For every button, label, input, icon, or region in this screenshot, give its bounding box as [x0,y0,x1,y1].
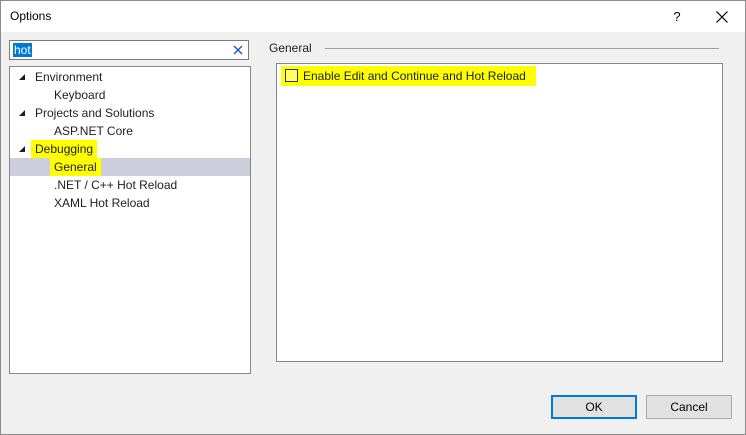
checkbox-label: Enable Edit and Continue and Hot Reload [303,69,526,83]
tree-item-environment[interactable]: Environment [10,68,250,86]
ok-button[interactable]: OK [551,395,637,419]
close-button[interactable] [705,1,739,32]
tree-item-label: .NET / C++ Hot Reload [54,178,178,192]
tree-item-keyboard[interactable]: Keyboard [10,86,250,104]
expanded-arrow-icon[interactable] [19,74,25,80]
tree-item-net-cpp-hot-reload[interactable]: .NET / C++ Hot Reload [10,176,250,194]
tree-item-general[interactable]: General [10,158,250,176]
title-bar: Options ? [1,1,745,32]
options-panel: Enable Edit and Continue and Hot Reload [276,63,723,362]
tree-item-label: Environment [35,70,103,84]
tree-item-xaml-hot-reload[interactable]: XAML Hot Reload [10,194,250,212]
section-divider [325,48,719,49]
clear-search-button[interactable] [232,44,244,56]
tree-item-label: Projects and Solutions [35,106,155,120]
close-icon [233,45,243,55]
search-input[interactable]: hot [9,40,249,60]
tree-item-label: Debugging [31,140,98,158]
expanded-arrow-icon[interactable] [19,146,25,152]
close-icon [716,11,728,23]
enable-edit-continue-checkbox[interactable] [285,69,298,83]
tree-item-debugging[interactable]: Debugging [10,140,250,158]
tree-item-asp-net-core[interactable]: ASP.NET Core [10,122,250,140]
tree-item-projects-and-solutions[interactable]: Projects and Solutions [10,104,250,122]
tree-item-label: XAML Hot Reload [54,196,150,210]
section-title: General [269,41,312,55]
tree-item-label: ASP.NET Core [54,124,133,138]
help-button[interactable]: ? [661,1,693,32]
window-title: Options [10,9,52,23]
search-value: hot [13,43,32,57]
options-tree: Environment Keyboard Projects and Soluti… [9,66,251,374]
cancel-button[interactable]: Cancel [646,395,732,419]
tree-item-label: Keyboard [54,88,106,102]
tree-item-label: General [50,158,101,176]
enable-edit-continue-option[interactable]: Enable Edit and Continue and Hot Reload [281,66,536,86]
expanded-arrow-icon[interactable] [19,110,25,116]
options-dialog: Options ? hot Environment Keyboard Proje… [0,0,746,435]
